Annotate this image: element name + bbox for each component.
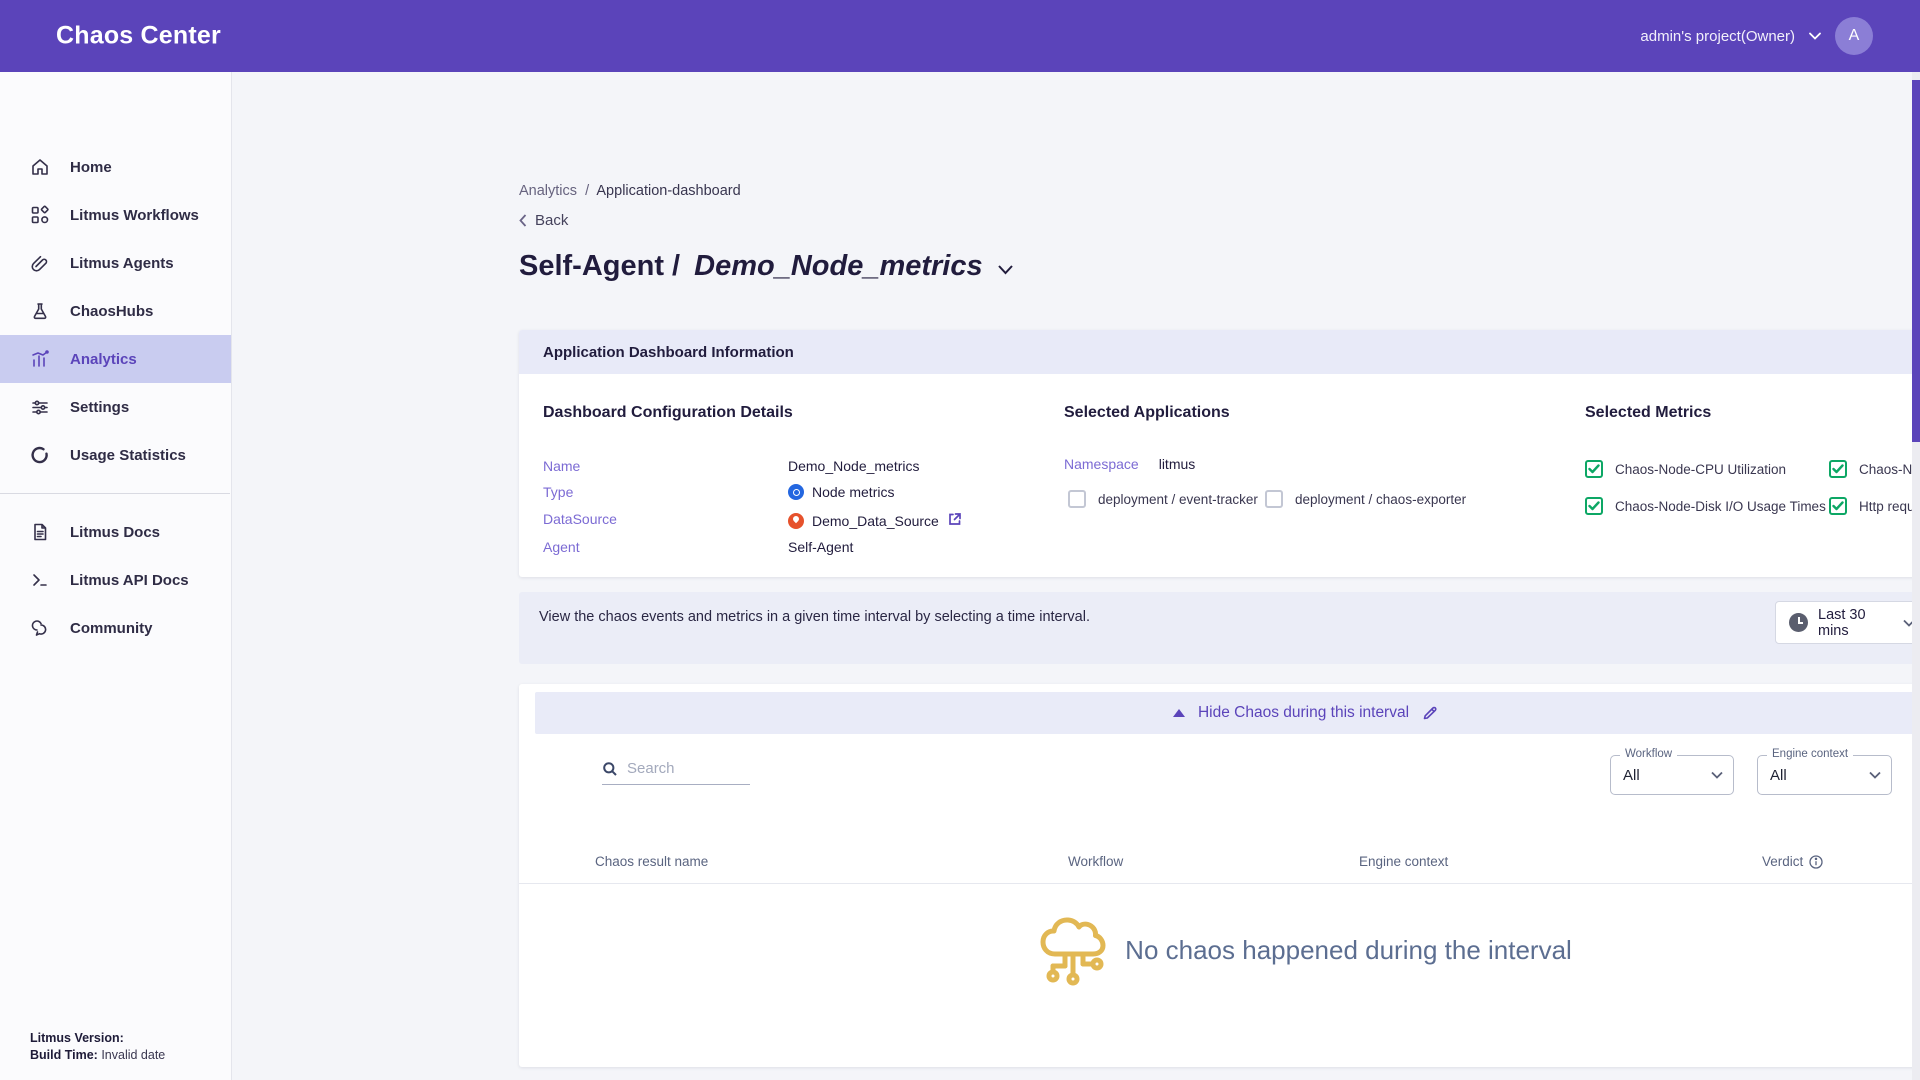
empty-state-message: No chaos happened during the interval [1125, 935, 1572, 966]
checkbox-disk-io-rw[interactable] [1829, 460, 1847, 478]
community-icon [30, 618, 50, 638]
app-root: Chaos Center admin's project(Owner) A Ho… [0, 0, 1920, 1080]
dashboard-info-card: Application Dashboard Information Dashbo… [519, 330, 1920, 577]
chevron-down-icon [1869, 771, 1881, 779]
dashboard-info-card-title: Application Dashboard Information [519, 330, 1920, 374]
breadcrumb-analytics[interactable]: Analytics [519, 183, 577, 199]
field-label-agent: Agent [543, 539, 788, 555]
sidebar-item-settings[interactable]: Settings [0, 383, 231, 431]
document-icon [30, 522, 50, 542]
edit-pencil-icon[interactable] [1422, 705, 1438, 721]
avatar[interactable]: A [1835, 17, 1873, 55]
project-label: admin's project(Owner) [1640, 28, 1795, 45]
sidebar-item-analytics[interactable]: Analytics [0, 335, 231, 383]
agent-name: Self-Agent / [519, 250, 680, 283]
applications-heading: Selected Applications [1064, 404, 1564, 422]
field-label-datasource: DataSource [543, 511, 788, 530]
sidebar-item-litmus-docs[interactable]: Litmus Docs [0, 508, 231, 556]
checkbox-http-requests[interactable] [1829, 497, 1847, 515]
field-value-name: Demo_Node_metrics [788, 458, 920, 474]
breadcrumb-current[interactable]: Application-dashboard [596, 183, 740, 199]
usage-icon [30, 445, 50, 465]
analytics-icon [30, 349, 50, 369]
namespace-value: litmus [1159, 456, 1196, 472]
table-header-row: Chaos result name Workflow Engine contex… [519, 842, 1920, 884]
metric-checkbox-row: Chaos-Node-Disk I/O Usage Times [1585, 497, 1826, 515]
sidebar-item-litmus-workflows[interactable]: Litmus Workflows [0, 191, 231, 239]
sidebar-divider [0, 493, 230, 494]
checkbox-cpu-utilization[interactable] [1585, 460, 1603, 478]
workflow-filter-select[interactable]: Workflow All [1610, 755, 1734, 795]
chaos-table-card: Hide Chaos during this interval Workflow… [519, 684, 1920, 1067]
node-metrics-icon [788, 484, 804, 500]
metrics-heading: Selected Metrics [1585, 404, 1920, 422]
settings-icon [30, 397, 50, 417]
sidebar: Home Litmus Workflows Litmus Agents Chao… [0, 72, 232, 1080]
caret-up-icon [1173, 709, 1185, 717]
app-checkbox-row: deployment / event-tracker [1068, 490, 1258, 508]
namespace-label: Namespace [1064, 456, 1139, 472]
search-input[interactable] [627, 760, 742, 777]
empty-state: No chaos happened during the interval [519, 914, 1920, 986]
page-scrollbar [1912, 72, 1920, 1080]
sidebar-item-home[interactable]: Home [0, 143, 231, 191]
title-chevron-down-icon[interactable] [997, 264, 1014, 275]
external-link-icon[interactable] [947, 511, 963, 530]
field-value-agent: Self-Agent [788, 539, 853, 555]
chaos-cloud-icon [1039, 914, 1107, 986]
engine-context-filter-select[interactable]: Engine context All [1757, 755, 1892, 795]
column-header-engine-context: Engine context [1359, 854, 1448, 869]
column-header-workflow: Workflow [1068, 854, 1123, 869]
flask-icon [30, 301, 50, 321]
app-title: Chaos Center [56, 22, 221, 51]
field-value-datasource: Demo_Data_Source [788, 511, 963, 530]
sidebar-item-chaoshubs[interactable]: ChaosHubs [0, 287, 231, 335]
field-value-type: Node metrics [788, 484, 894, 500]
field-label-type: Type [543, 484, 788, 500]
checkbox-chaos-exporter[interactable] [1265, 490, 1283, 508]
scrollbar-thumb[interactable] [1912, 80, 1920, 442]
search-icon [602, 761, 618, 777]
page-title: Self-Agent / Demo_Node_metrics [519, 250, 1014, 283]
project-switcher[interactable]: admin's project(Owner) A [1640, 0, 1873, 72]
sidebar-item-litmus-api-docs[interactable]: Litmus API Docs [0, 556, 231, 604]
chevron-down-icon [1711, 771, 1723, 779]
metric-checkbox-row: Http requests [1829, 497, 1920, 515]
workflows-icon [30, 205, 50, 225]
time-interval-description: View the chaos events and metrics in a g… [539, 607, 1119, 628]
time-range-select[interactable]: Last 30 mins [1775, 601, 1920, 644]
checkbox-disk-io-times[interactable] [1585, 497, 1603, 515]
metric-checkbox-row: Chaos-Node-Disk I/O Usage R/W [1829, 460, 1920, 478]
dashboard-name: Demo_Node_metrics [694, 250, 983, 283]
home-icon [30, 157, 50, 177]
field-label-name: Name [543, 458, 788, 474]
clock-icon [1789, 613, 1808, 632]
search-field [602, 760, 750, 785]
chevron-down-icon[interactable] [1809, 32, 1821, 40]
metric-checkbox-row: Chaos-Node-CPU Utilization [1585, 460, 1786, 478]
column-header-chaos-result-name: Chaos result name [595, 854, 708, 869]
info-circle-icon[interactable] [1809, 855, 1823, 869]
back-link[interactable]: Back [519, 212, 568, 229]
sidebar-item-litmus-agents[interactable]: Litmus Agents [0, 239, 231, 287]
checkbox-event-tracker[interactable] [1068, 490, 1086, 508]
sidebar-item-usage-statistics[interactable]: Usage Statistics [0, 431, 231, 479]
agents-icon [30, 253, 50, 273]
app-checkbox-row: deployment / chaos-exporter [1265, 490, 1466, 508]
main-content: Analytics / Application-dashboard Back S… [232, 72, 1920, 1080]
time-interval-panel: View the chaos events and metrics in a g… [519, 592, 1920, 664]
breadcrumb: Analytics / Application-dashboard [519, 183, 741, 199]
sidebar-item-community[interactable]: Community [0, 604, 231, 652]
top-header: Chaos Center admin's project(Owner) A [0, 0, 1920, 72]
chevron-left-icon [519, 214, 527, 227]
column-header-verdict: Verdict [1762, 854, 1823, 869]
config-heading: Dashboard Configuration Details [543, 404, 1043, 422]
hide-chaos-toggle[interactable]: Hide Chaos during this interval [535, 692, 1920, 734]
terminal-icon [30, 570, 50, 590]
prometheus-icon [788, 513, 804, 529]
version-info: Litmus Version: Build Time: Invalid date [30, 1030, 165, 1064]
